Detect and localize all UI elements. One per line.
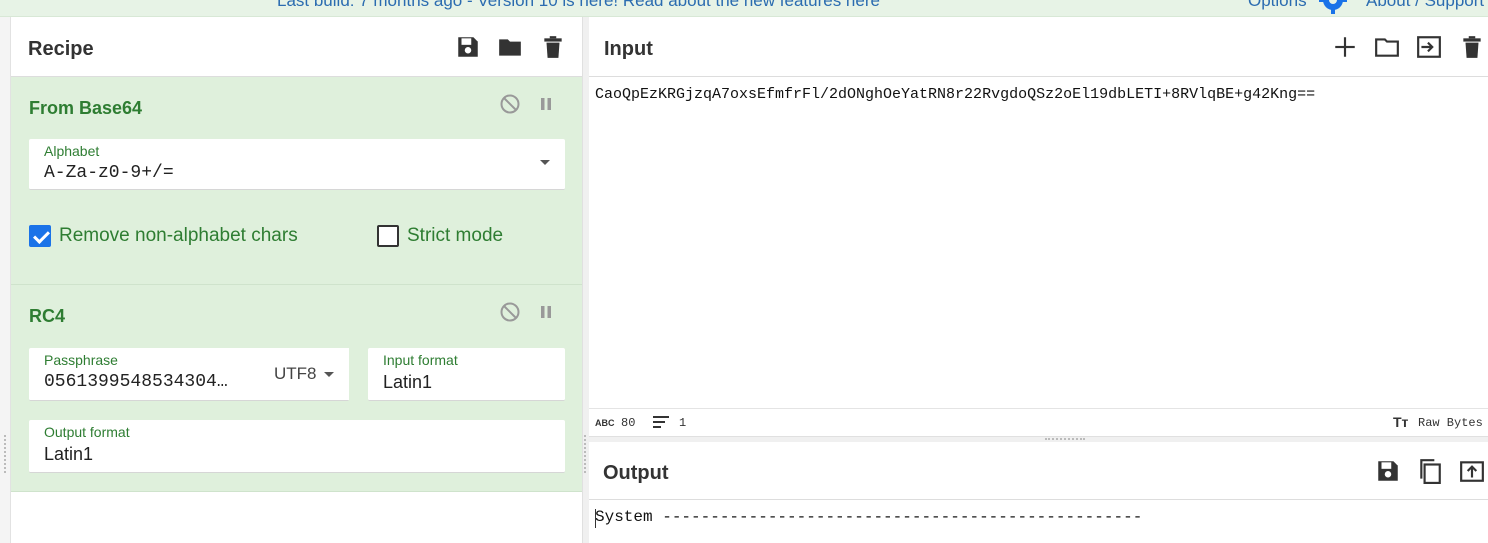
alphabet-select[interactable]: Alphabet A-Za-z0-9+/= (29, 139, 565, 190)
passphrase-encoding-dropdown[interactable]: UTF8 (254, 348, 349, 400)
gear-icon[interactable] (1319, 0, 1347, 14)
checkbox-label: Strict mode (407, 225, 504, 246)
about-link[interactable]: About / Support (1366, 0, 1484, 11)
chevron-down-icon (540, 160, 550, 165)
folder-icon[interactable] (497, 34, 523, 60)
passphrase-label: Passphrase (44, 352, 118, 368)
input-length: 80 (621, 416, 636, 430)
chevron-down-icon (324, 372, 334, 377)
replace-input-icon[interactable] (1459, 458, 1485, 484)
lines-icon (653, 415, 669, 432)
output-header: Output (589, 442, 1488, 500)
plus-icon[interactable] (1332, 34, 1358, 60)
input-title: Input (604, 38, 653, 60)
input-lines: 1 (679, 416, 687, 430)
strict-mode-checkbox[interactable]: Strict mode (377, 225, 503, 247)
banner-message[interactable]: Last build: 7 months ago - Version 10 is… (277, 0, 880, 11)
input-format-field[interactable]: Input format Latin1 (368, 348, 565, 401)
import-icon[interactable] (1416, 34, 1442, 60)
recipe-panel: Recipe From Base64 Alphabet A-Za-z0-9+/=… (11, 17, 582, 543)
operation-title: RC4 (29, 306, 66, 326)
output-text[interactable]: System ---------------------------------… (595, 508, 1142, 526)
input-format-display[interactable]: Raw Bytes (1418, 416, 1483, 430)
recipe-title: Recipe (28, 38, 94, 60)
text-format-icon[interactable]: Tт (1393, 414, 1408, 430)
input-format-label: Input format (383, 352, 458, 368)
operation-title: From Base64 (29, 98, 143, 118)
passphrase-field[interactable]: Passphrase 0561399548534304… UTF8 (29, 348, 349, 401)
length-icon: ABC (595, 418, 615, 428)
encoding-value: UTF8 (274, 364, 317, 383)
input-status-bar: ABC 80 1 Tт Raw Bytes (589, 408, 1488, 437)
operation-rc4[interactable]: RC4 Passphrase 0561399548534304… UTF8 In… (11, 285, 582, 492)
input-panel: Input CaoQpEzKRGjzqA7oxsEfmfrFl/2dONghOe… (589, 17, 1488, 408)
disable-icon[interactable] (499, 301, 521, 323)
output-panel: Output System --------------------------… (589, 442, 1488, 543)
alphabet-label: Alphabet (44, 143, 100, 159)
save-icon[interactable] (455, 34, 481, 60)
recipe-header: Recipe (11, 17, 582, 77)
folder-icon[interactable] (1374, 34, 1400, 60)
checkbox-label: Remove non-alphabet chars (59, 225, 298, 246)
resize-grip[interactable] (584, 435, 588, 473)
input-header: Input (589, 17, 1488, 77)
checkbox-checked[interactable] (29, 225, 51, 247)
options-link[interactable]: Options (1248, 0, 1307, 11)
top-banner: Last build: 7 months ago - Version 10 is… (0, 0, 1488, 17)
output-format-label: Output format (44, 424, 130, 440)
alphabet-value: A-Za-z0-9+/= (44, 163, 174, 183)
input-format-value[interactable]: Latin1 (383, 372, 432, 393)
trash-icon[interactable] (1459, 34, 1485, 60)
pause-icon[interactable] (535, 301, 557, 323)
left-edge-resizer[interactable] (0, 17, 11, 543)
output-format-field[interactable]: Output format Latin1 (29, 420, 565, 473)
resize-grip[interactable] (4, 435, 8, 473)
pause-icon[interactable] (535, 93, 557, 115)
save-icon[interactable] (1375, 458, 1401, 484)
output-format-value[interactable]: Latin1 (44, 444, 93, 465)
operation-from-base64[interactable]: From Base64 Alphabet A-Za-z0-9+/= Remove… (11, 77, 582, 285)
output-title: Output (603, 462, 669, 484)
checkbox-unchecked[interactable] (377, 225, 399, 247)
passphrase-value[interactable]: 0561399548534304… (44, 372, 244, 392)
remove-non-alphabet-checkbox[interactable]: Remove non-alphabet chars (29, 225, 298, 247)
disable-icon[interactable] (499, 93, 521, 115)
input-textarea[interactable]: CaoQpEzKRGjzqA7oxsEfmfrFl/2dONghOeYatRN8… (595, 86, 1315, 103)
text-caret (595, 509, 596, 528)
trash-icon[interactable] (540, 34, 566, 60)
copy-icon[interactable] (1417, 458, 1443, 484)
